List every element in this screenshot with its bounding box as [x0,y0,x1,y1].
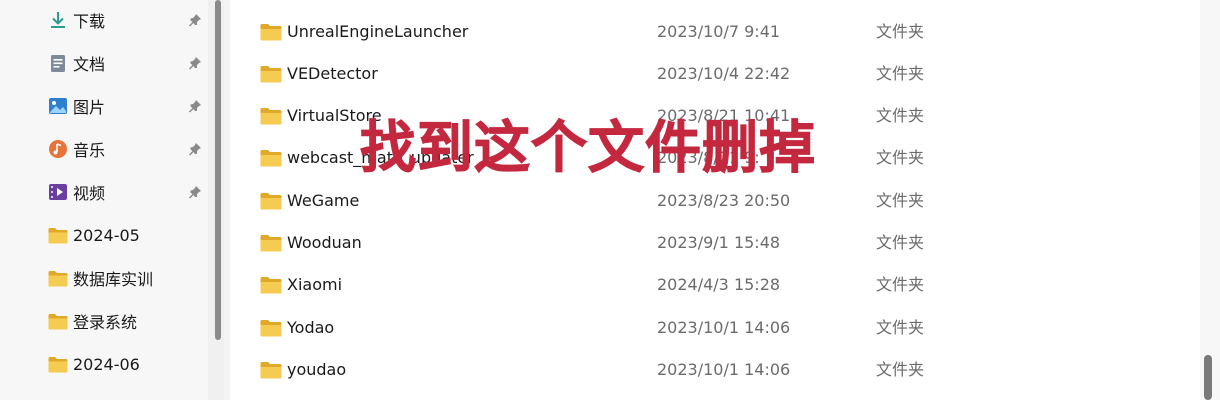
file-type: 文件夹 [876,106,925,125]
file-list-scrollbar-thumb[interactable] [1204,355,1212,400]
file-date-modified: 2024/4/3 15:28 [657,275,781,294]
file-row[interactable]: WeGame 2023/8/23 20:50 文件夹 [230,181,1200,221]
file-type: 文件夹 [876,275,925,294]
download-icon [48,10,68,30]
file-list-scrollbar-track[interactable] [1200,0,1220,400]
sidebar-item-label: 视频 [73,184,106,203]
file-name: youdao [287,360,347,379]
file-date-modified: 2023/10/1 14:06 [657,318,791,337]
folder-icon [48,268,68,288]
file-type: 文件夹 [876,148,925,167]
sidebar-item-documents[interactable]: 文档 [0,43,208,83]
sidebar-item-folder-database-training[interactable]: 数据库实训 [0,258,208,298]
folder-icon [260,362,282,379]
pin-icon[interactable] [187,184,203,200]
folder-icon [260,277,282,294]
sidebar-item-folder-login-system[interactable]: 登录系统 [0,301,208,341]
pin-icon[interactable] [187,141,203,157]
file-date-modified: 2023/8/23 20:50 [657,191,791,210]
sidebar-item-label: 文档 [73,55,106,74]
file-row[interactable]: Yodao 2023/10/1 14:06 文件夹 [230,308,1200,348]
file-date-modified: 2023/8/21 10:41 [657,106,791,125]
file-explorer-window: 下载 文档 图片 音乐 视频 2024-05 数据库实训 登录系统 2024-0… [0,0,1220,400]
file-date-modified: 2023/10/1 14:06 [657,360,791,379]
sidebar-item-music[interactable]: 音乐 [0,129,208,169]
file-name: VEDetector [287,64,378,83]
file-name: webcast_mate_updater [287,148,474,167]
file-row[interactable]: UnrealEngineLauncher 2023/10/7 9:41 文件夹 [230,12,1200,52]
folder-icon [48,311,68,331]
sidebar-scrollbar-thumb[interactable] [215,0,221,340]
navigation-pane: 下载 文档 图片 音乐 视频 2024-05 数据库实训 登录系统 2024-0… [0,0,208,400]
file-date-modified: 2023/10/7 9:41 [657,22,781,41]
file-row[interactable]: webcast_mate_updater 2023/8/21 9: 文件夹 [230,138,1200,178]
file-type: 文件夹 [876,64,925,83]
file-name: WeGame [287,191,360,210]
pin-icon[interactable] [187,12,203,28]
file-date-modified: 2023/8/21 9: [657,148,760,167]
sidebar-item-label: 2024-05 [73,225,140,245]
file-type: 文件夹 [876,191,925,210]
sidebar-item-downloads[interactable]: 下载 [0,0,208,40]
file-date-modified: 2023/9/1 15:48 [657,233,781,252]
sidebar-item-label: 2024-06 [73,354,140,374]
folder-icon [48,354,68,374]
folder-icon [260,24,282,41]
sidebar-item-folder-2024-06[interactable]: 2024-06 [0,344,208,384]
file-name: Wooduan [287,233,362,252]
folder-icon [48,225,68,245]
folder-icon [260,193,282,210]
sidebar-item-label: 下载 [73,12,106,31]
file-date-modified: 2023/10/4 22:42 [657,64,791,83]
file-name: UnrealEngineLauncher [287,22,469,41]
sidebar-item-label: 图片 [73,98,106,117]
folder-icon [260,235,282,252]
picture-icon [48,96,68,116]
pin-icon[interactable] [187,55,203,71]
file-row[interactable]: VEDetector 2023/10/4 22:42 文件夹 [230,54,1200,94]
sidebar-item-folder-2024-05[interactable]: 2024-05 [0,215,208,255]
folder-icon [260,320,282,337]
file-row[interactable]: Wooduan 2023/9/1 15:48 文件夹 [230,223,1200,263]
document-icon [48,53,68,73]
sidebar-item-label: 音乐 [73,141,106,160]
music-icon [48,139,68,159]
file-type: 文件夹 [876,360,925,379]
file-row[interactable]: youdao 2023/10/1 14:06 文件夹 [230,350,1200,390]
file-type: 文件夹 [876,318,925,337]
sidebar-item-label: 登录系统 [73,313,138,332]
video-icon [48,182,68,202]
folder-icon [260,66,282,83]
sidebar-item-videos[interactable]: 视频 [0,172,208,212]
file-type: 文件夹 [876,22,925,41]
file-list: UnrealEngineLauncher 2023/10/7 9:41 文件夹 … [230,0,1200,400]
sidebar-item-label: 数据库实训 [73,270,154,289]
file-name: Yodao [287,318,335,337]
folder-icon [260,150,282,167]
file-name: Xiaomi [287,275,343,294]
file-row[interactable]: VirtualStore 2023/8/21 10:41 文件夹 [230,96,1200,136]
file-type: 文件夹 [876,233,925,252]
folder-icon [260,108,282,125]
file-row[interactable]: Xiaomi 2024/4/3 15:28 文件夹 [230,265,1200,305]
sidebar-item-pictures[interactable]: 图片 [0,86,208,126]
file-name: VirtualStore [287,106,382,125]
pin-icon[interactable] [187,98,203,114]
